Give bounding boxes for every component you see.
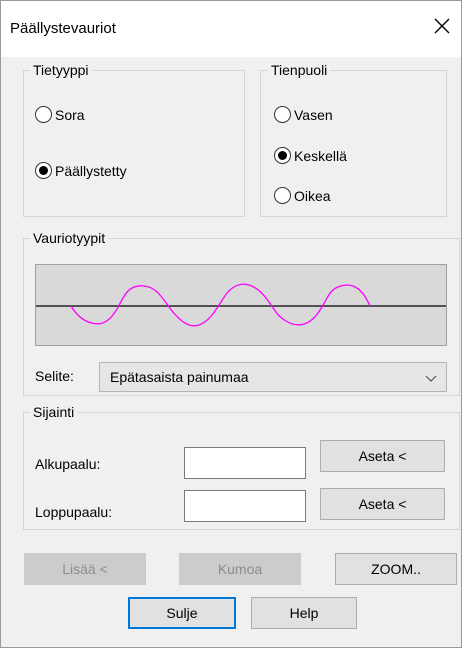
tietyyppi-label: Tietyyppi (30, 62, 92, 78)
radio-paallystetty-label: Päällystetty (55, 162, 127, 179)
damage-preview (35, 264, 447, 346)
radio-oikea-circle[interactable] (274, 187, 291, 204)
window-title: Päällystevauriot (10, 20, 116, 37)
radio-vasen-circle[interactable] (274, 106, 291, 123)
aseta-alkupaalu-button[interactable]: Aseta < (320, 440, 445, 472)
preview-damage-wave (70, 283, 371, 327)
radio-oikea-label: Oikea (294, 187, 331, 204)
chevron-down-icon (424, 371, 438, 385)
radio-sora-label: Sora (55, 106, 85, 123)
radio-keskella-label: Keskellä (294, 147, 347, 164)
sijainti-label: Sijainti (30, 404, 78, 420)
radio-vasen[interactable]: Vasen (274, 106, 333, 123)
vauriotyypit-label: Vauriotyypit (30, 230, 109, 246)
aseta-loppupaalu-button[interactable]: Aseta < (320, 488, 445, 520)
tietyyppi-group (23, 70, 245, 217)
alkupaalu-input[interactable] (184, 447, 306, 479)
help-button[interactable]: Help (251, 597, 357, 629)
loppupaalu-input[interactable] (184, 490, 306, 522)
selite-label: Selite: (35, 368, 74, 384)
kumoa-button[interactable]: Kumoa (179, 553, 301, 585)
alkupaalu-label: Alkupaalu: (35, 456, 101, 472)
tienpuoli-label: Tienpuoli (268, 62, 331, 78)
radio-sora-circle[interactable] (35, 106, 52, 123)
close-icon[interactable] (430, 14, 454, 38)
lisaa-button[interactable]: Lisää < (24, 553, 146, 585)
zoom-button[interactable]: ZOOM.. (335, 553, 457, 585)
loppupaalu-label: Loppupaalu: (35, 504, 113, 520)
radio-keskella[interactable]: Keskellä (274, 147, 347, 164)
sulje-button[interactable]: Sulje (128, 597, 236, 629)
radio-paallystetty[interactable]: Päällystetty (35, 162, 127, 179)
selite-dropdown[interactable]: Epätasaista painumaa (99, 362, 447, 392)
radio-sora[interactable]: Sora (35, 106, 85, 123)
radio-vasen-label: Vasen (294, 106, 333, 123)
radio-oikea[interactable]: Oikea (274, 187, 331, 204)
radio-paallystetty-circle[interactable] (35, 162, 52, 179)
selite-dropdown-value: Epätasaista painumaa (110, 369, 249, 385)
radio-keskella-circle[interactable] (274, 147, 291, 164)
